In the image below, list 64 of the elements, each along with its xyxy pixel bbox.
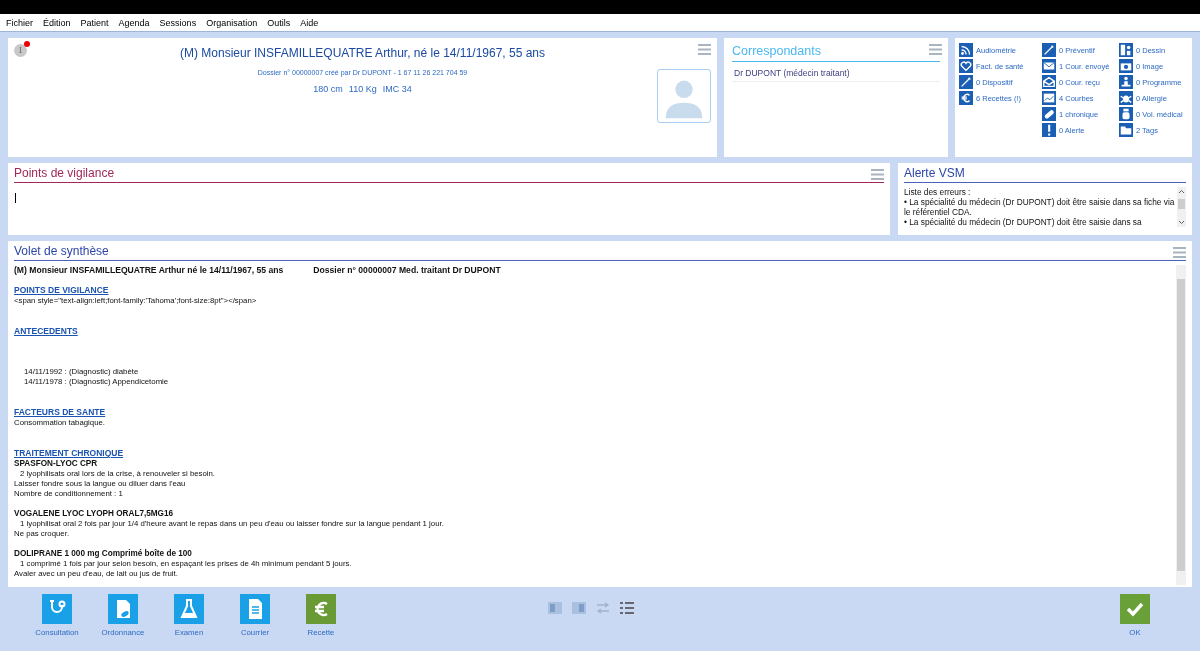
scrollbar[interactable] <box>1177 187 1186 227</box>
section-link[interactable]: ANTECEDENTS <box>14 326 78 336</box>
pill-icon <box>1042 107 1056 121</box>
menu-item[interactable]: Sessions <box>159 17 197 28</box>
bottle-icon <box>1119 107 1133 121</box>
folder-icon <box>1119 123 1133 137</box>
drawing-icon <box>1119 43 1133 57</box>
patient-name: (M) Monsieur INSFAMILLEQUATRE Arthur, né le 14/11/1967, 55 ans <box>179 46 546 60</box>
stethoscope-icon <box>42 594 72 624</box>
section-link[interactable]: POINTS DE VIGILANCE <box>14 285 109 295</box>
section-link[interactable]: FACTEURS DE SANTE <box>14 407 106 417</box>
menu-item[interactable]: Organisation <box>206 17 258 28</box>
figure-icon <box>1119 75 1133 89</box>
pen-icon <box>1042 43 1056 57</box>
checkmark-icon <box>1120 594 1150 624</box>
menu-item[interactable]: Patient <box>80 17 109 28</box>
summary-line: SPASFON-LYOC CPR <box>14 459 99 469</box>
panel-title: Alerte VSM <box>904 166 1186 183</box>
text-cursor <box>15 193 16 203</box>
menu-icon[interactable] <box>871 169 884 180</box>
euro-icon <box>306 594 336 624</box>
prescription-icon <box>108 594 138 624</box>
heart-icon <box>959 59 973 73</box>
summary-header: Dossier n° 00000007 Med. traitant Dr DUPONT <box>313 265 501 275</box>
pen-icon <box>959 75 973 89</box>
list-icon[interactable] <box>620 602 634 614</box>
measure: 110 Kg <box>348 84 377 94</box>
measure: IMC 34 <box>382 84 412 94</box>
notification-badge[interactable]: 1 <box>14 44 27 57</box>
error-text: • La spécialité du médecin (Dr DUPONT) doit être saisie dans sa fiche via le référentiel CDA. <box>904 197 1176 217</box>
error-text: Liste des erreurs : <box>904 187 972 197</box>
section-link[interactable]: TRAITEMENT CHRONIQUE <box>14 448 124 458</box>
menu-item[interactable]: Édition <box>43 17 71 28</box>
correspondent-item[interactable]: Dr DUPONT (médecin traitant) <box>732 66 940 82</box>
scrollbar[interactable] <box>1176 265 1186 585</box>
panel-title: Volet de synthèse <box>14 244 1186 261</box>
panel-right-icon[interactable] <box>572 602 586 614</box>
camera-icon <box>1119 59 1133 73</box>
open-envelope-icon <box>1042 75 1056 89</box>
menu-item[interactable]: Outils <box>267 17 291 28</box>
menu-icon[interactable] <box>1173 247 1186 258</box>
flask-icon <box>174 594 204 624</box>
rss-icon <box>959 43 973 57</box>
menu-item[interactable]: Aide <box>300 17 319 28</box>
panel-title: Points de vigilance <box>14 166 884 183</box>
bug-icon <box>1119 91 1133 105</box>
alert-dot <box>24 41 30 47</box>
chart-icon <box>1042 91 1056 105</box>
panel-left-icon[interactable] <box>548 602 562 614</box>
measure: 180 cm <box>313 84 343 94</box>
document-icon <box>240 594 270 624</box>
error-text: • La spécialité du médecin (Dr DUPONT) doit être saisie dans sa <box>904 217 1143 227</box>
exclamation-icon <box>1042 123 1056 137</box>
menu-item[interactable]: Fichier <box>6 17 33 28</box>
menu-icon[interactable] <box>929 44 942 55</box>
envelope-icon <box>1042 59 1056 73</box>
menu-item[interactable]: Agenda <box>118 17 150 28</box>
summary-line: DOLIPRANE 1 000 mg Comprimé boîte de 100 <box>14 549 193 559</box>
avatar-icon[interactable] <box>657 69 711 123</box>
summary-header: (M) Monsieur INSFAMILLEQUATRE Arthur né le 14/11/1967, 55 ans <box>14 265 284 275</box>
menu-icon[interactable] <box>698 44 711 55</box>
swap-icon[interactable] <box>596 602 610 614</box>
euro-icon <box>959 91 973 105</box>
summary-line: VOGALENE LYOC LYOPH ORAL7,5MG16 <box>14 509 175 519</box>
